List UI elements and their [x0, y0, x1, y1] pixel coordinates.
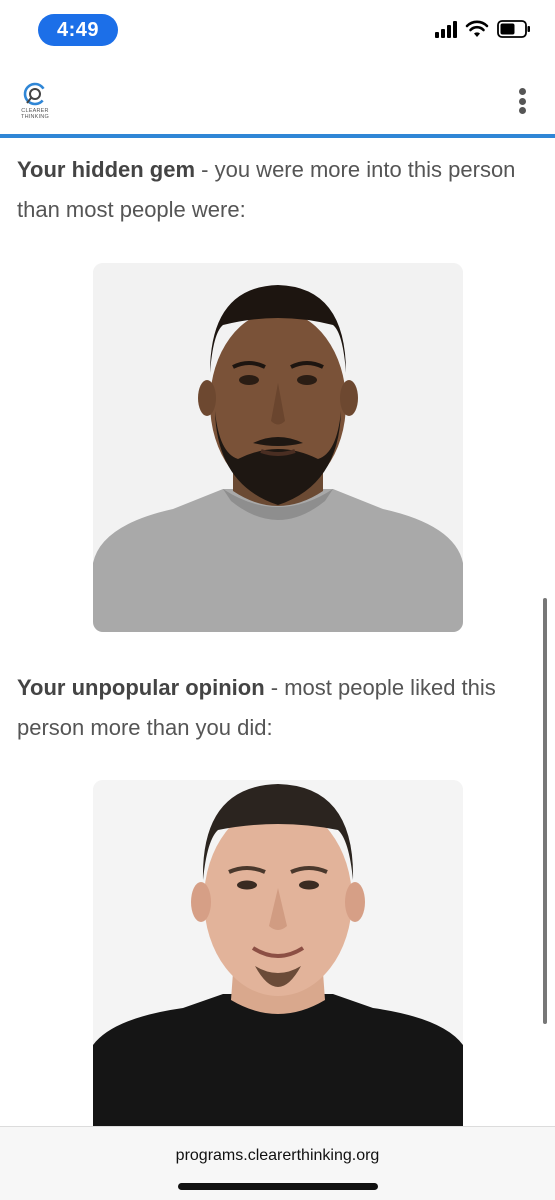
unpopular-opinion-photo: [93, 780, 463, 1126]
wifi-icon: [465, 20, 489, 37]
unpopular-opinion-text: Your unpopular opinion - most people lik…: [17, 668, 537, 748]
scrollbar[interactable]: [543, 598, 547, 1024]
unpopular-opinion-heading: Your unpopular opinion: [17, 675, 265, 700]
hidden-gem-photo: [93, 263, 463, 632]
site-header: CLEARER THINKING: [0, 62, 555, 136]
status-icons: [435, 20, 531, 38]
url-text[interactable]: programs.clearerthinking.org: [0, 1147, 555, 1165]
hidden-gem-text: Your hidden gem - you were more into thi…: [17, 150, 537, 230]
status-bar: 4:49: [0, 0, 555, 62]
more-options-icon[interactable]: [517, 88, 527, 114]
status-time[interactable]: 4:49: [38, 14, 118, 46]
main-content: Your hidden gem - you were more into thi…: [0, 138, 555, 1126]
logo-text: CLEARER THINKING: [10, 108, 60, 120]
browser-url-bar: programs.clearerthinking.org: [0, 1126, 555, 1200]
hidden-gem-heading: Your hidden gem: [17, 157, 196, 182]
battery-icon: [497, 20, 530, 38]
cellular-signal-icon: [435, 20, 457, 38]
home-indicator[interactable]: [178, 1183, 378, 1190]
logo-text-line2: THINKING: [21, 114, 49, 120]
